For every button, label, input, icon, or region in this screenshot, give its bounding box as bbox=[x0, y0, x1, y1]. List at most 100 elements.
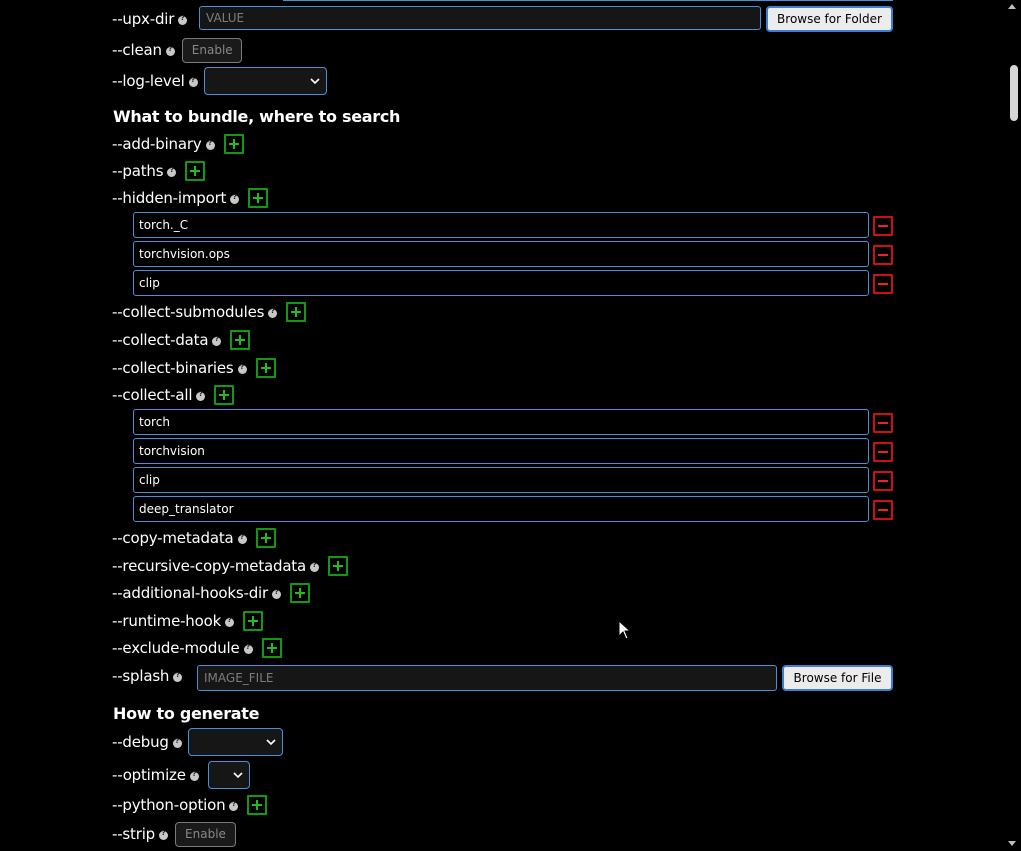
remove-entry-button[interactable] bbox=[873, 471, 893, 491]
help-icon[interactable] bbox=[310, 561, 319, 572]
add-entry-button[interactable] bbox=[230, 330, 251, 350]
browse-file-button[interactable]: Browse for File bbox=[782, 665, 893, 691]
collect-binaries-label: --collect-binaries bbox=[112, 359, 234, 377]
help-icon[interactable] bbox=[229, 800, 239, 811]
log-level-select[interactable] bbox=[203, 67, 327, 95]
add-entry-button[interactable] bbox=[248, 188, 269, 208]
add-entry-button[interactable] bbox=[247, 795, 268, 815]
upx-dir-row: --upx-dir bbox=[112, 4, 188, 34]
scroll-down-arrow-icon[interactable] bbox=[1008, 841, 1016, 846]
runtime-hook-row: --runtime-hook bbox=[112, 606, 264, 636]
options-panel: --upx-dir Browse for Folder --clean Enab… bbox=[0, 0, 1004, 851]
help-icon[interactable] bbox=[196, 390, 206, 401]
remove-entry-button[interactable] bbox=[873, 500, 893, 520]
paths-row: --paths bbox=[112, 156, 206, 186]
upx-dir-input[interactable] bbox=[199, 6, 761, 30]
chevron-down-icon bbox=[266, 739, 276, 746]
add-entry-button[interactable] bbox=[261, 638, 282, 658]
additional-hooks-dir-label: --additional-hooks-dir bbox=[112, 584, 268, 602]
help-icon[interactable] bbox=[237, 363, 247, 374]
optimize-select[interactable] bbox=[207, 761, 250, 789]
help-icon[interactable] bbox=[165, 45, 175, 56]
help-icon[interactable] bbox=[178, 14, 188, 25]
browse-folder-button[interactable]: Browse for Folder bbox=[766, 6, 893, 32]
copy-metadata-label: --copy-metadata bbox=[112, 529, 234, 547]
add-entry-button[interactable] bbox=[328, 556, 348, 576]
collect-submodules-row: --collect-submodules bbox=[112, 297, 307, 327]
remove-entry-button[interactable] bbox=[873, 274, 893, 294]
add-entry-button[interactable] bbox=[286, 302, 307, 322]
clean-row: --clean Enable bbox=[112, 35, 242, 65]
upx-dir-label: --upx-dir bbox=[112, 10, 175, 28]
clipped-input-edge bbox=[283, 0, 893, 1]
python-option-row: --python-option bbox=[112, 790, 268, 820]
help-icon[interactable] bbox=[189, 770, 199, 781]
help-icon[interactable] bbox=[172, 737, 182, 748]
exclude-module-row: --exclude-module bbox=[112, 633, 282, 663]
debug-row: --debug bbox=[112, 727, 283, 757]
help-icon[interactable] bbox=[158, 829, 168, 840]
log-level-label: --log-level bbox=[112, 72, 185, 90]
additional-hooks-dir-row: --additional-hooks-dir bbox=[112, 578, 310, 608]
collect-data-label: --collect-data bbox=[112, 331, 209, 349]
collect-binaries-row: --collect-binaries bbox=[112, 353, 276, 383]
splash-label: --splash bbox=[112, 667, 170, 685]
strip-enable-button[interactable]: Enable bbox=[174, 821, 236, 847]
help-icon[interactable] bbox=[237, 533, 247, 544]
collect-submodules-label: --collect-submodules bbox=[112, 303, 265, 321]
optimize-row: --optimize bbox=[112, 760, 250, 790]
paths-label: --paths bbox=[112, 162, 164, 180]
add-entry-button[interactable] bbox=[255, 528, 276, 548]
collect-all-entry[interactable]: clip bbox=[133, 467, 869, 493]
optimize-label: --optimize bbox=[112, 766, 186, 784]
remove-entry-button[interactable] bbox=[873, 413, 893, 433]
recursive-copy-metadata-row: --recursive-copy-metadata bbox=[112, 551, 348, 581]
hidden-import-entry[interactable]: torch._C bbox=[133, 212, 869, 238]
help-icon[interactable] bbox=[225, 616, 235, 627]
hidden-import-entry[interactable]: torchvision.ops bbox=[133, 241, 869, 267]
add-entry-button[interactable] bbox=[223, 134, 244, 154]
help-icon[interactable] bbox=[268, 307, 278, 318]
hidden-import-label: --hidden-import bbox=[112, 189, 227, 207]
help-icon[interactable] bbox=[230, 193, 240, 204]
chevron-down-icon bbox=[233, 772, 243, 779]
vertical-scrollbar[interactable] bbox=[1004, 0, 1021, 851]
debug-select[interactable] bbox=[187, 728, 283, 756]
recursive-copy-metadata-label: --recursive-copy-metadata bbox=[112, 557, 306, 575]
splash-row: --splash bbox=[112, 661, 183, 691]
mouse-cursor-icon bbox=[618, 620, 632, 640]
help-icon[interactable] bbox=[167, 166, 177, 177]
debug-label: --debug bbox=[112, 733, 169, 751]
help-icon[interactable] bbox=[205, 139, 215, 150]
add-entry-button[interactable] bbox=[185, 161, 206, 181]
collect-all-entry[interactable]: deep_translator bbox=[133, 496, 869, 522]
splash-input[interactable] bbox=[197, 665, 777, 691]
help-icon[interactable] bbox=[212, 335, 222, 346]
help-icon[interactable] bbox=[173, 671, 183, 682]
scroll-up-arrow-icon[interactable] bbox=[1008, 4, 1016, 9]
remove-entry-button[interactable] bbox=[873, 216, 893, 236]
add-binary-label: --add-binary bbox=[112, 135, 202, 153]
scrollbar-thumb[interactable] bbox=[1010, 65, 1018, 121]
add-entry-button[interactable] bbox=[289, 583, 310, 603]
hidden-import-row: --hidden-import bbox=[112, 183, 269, 213]
collect-data-row: --collect-data bbox=[112, 325, 251, 355]
strip-label: --strip bbox=[112, 825, 155, 843]
remove-entry-button[interactable] bbox=[873, 442, 893, 462]
add-entry-button[interactable] bbox=[255, 358, 276, 378]
collect-all-entry[interactable]: torchvision bbox=[133, 438, 869, 464]
add-entry-button[interactable] bbox=[243, 611, 264, 631]
log-level-row: --log-level bbox=[112, 66, 327, 96]
python-option-label: --python-option bbox=[112, 796, 226, 814]
help-icon[interactable] bbox=[271, 588, 281, 599]
strip-row: --strip Enable bbox=[112, 819, 236, 849]
help-icon[interactable] bbox=[188, 76, 198, 87]
hidden-import-entry[interactable]: clip bbox=[133, 270, 869, 296]
clean-enable-button[interactable]: Enable bbox=[181, 37, 242, 63]
help-icon[interactable] bbox=[243, 643, 253, 654]
runtime-hook-label: --runtime-hook bbox=[112, 612, 222, 630]
chevron-down-icon bbox=[310, 78, 320, 85]
remove-entry-button[interactable] bbox=[873, 245, 893, 265]
add-entry-button[interactable] bbox=[214, 385, 235, 405]
collect-all-entry[interactable]: torch bbox=[133, 409, 869, 435]
